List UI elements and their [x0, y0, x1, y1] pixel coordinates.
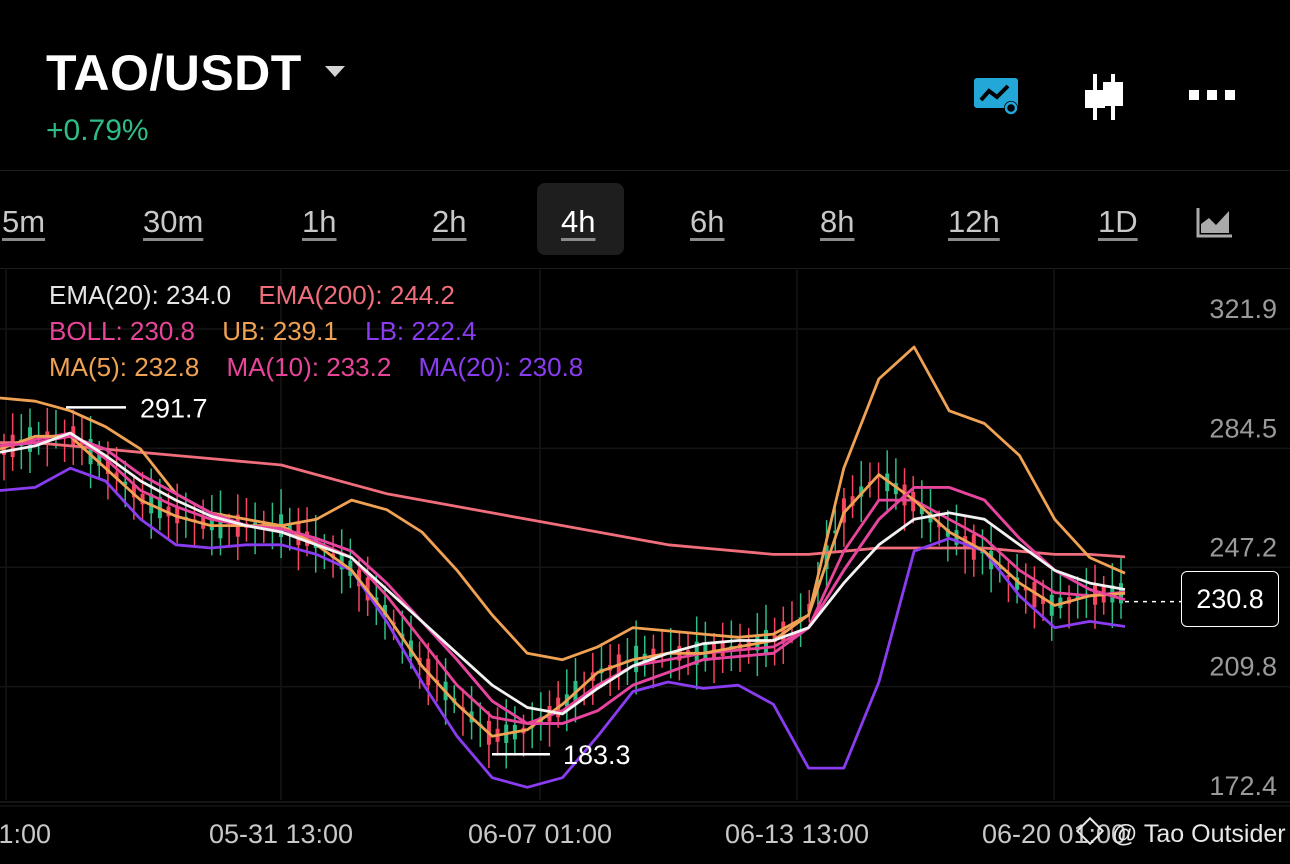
x-tick-label: 06-13 13:00	[725, 819, 869, 849]
binance-logo-icon	[1075, 816, 1105, 846]
x-tick-label: 5 01:00	[0, 819, 51, 849]
x-tick-label: 05-31 13:00	[209, 819, 353, 849]
price-chart[interactable]: 291.7 183.3 321.9 284.5 247.2 209.8 172.4 5 0…	[0, 0, 1290, 864]
y-tick-label: 172.4	[1209, 771, 1277, 801]
legend-ub: UB: 239.1	[222, 316, 338, 346]
series-line-boll	[0, 434, 1126, 725]
legend-ema200: EMA(200): 244.2	[258, 280, 455, 310]
y-tick-label: 209.8	[1209, 652, 1277, 682]
series-line-ma20	[0, 434, 1126, 725]
x-tick-label: 06-07 01:00	[468, 819, 612, 849]
legend-lb: LB: 222.4	[365, 316, 477, 346]
last-price-box: 230.8	[1181, 571, 1279, 627]
legend-ma20: MA(20): 230.8	[418, 352, 584, 382]
series-line-ema20	[0, 431, 1126, 716]
low-marker-label: 183.3	[563, 740, 631, 770]
high-marker-label: 291.7	[140, 393, 208, 423]
series-line-ma5	[0, 434, 1126, 738]
legend-ma10: MA(10): 233.2	[226, 352, 392, 382]
legend-boll: BOLL: 230.8	[49, 316, 195, 346]
y-tick-label: 284.5	[1209, 413, 1277, 443]
y-tick-label: 321.9	[1209, 294, 1277, 324]
legend-row-1: EMA(20): 234.0 EMA(200): 244.2	[49, 280, 475, 311]
legend-row-3: MA(5): 232.8 MA(10): 233.2 MA(20): 230.8	[49, 352, 603, 383]
legend-ema20: EMA(20): 234.0	[49, 280, 232, 310]
series-line-ma10	[0, 431, 1126, 725]
legend-row-2: BOLL: 230.8 UB: 239.1 LB: 222.4	[49, 316, 496, 347]
watermark: @ Tao Outsider	[1075, 816, 1286, 849]
watermark-text: @ Tao Outsider	[1112, 820, 1286, 848]
y-tick-label: 247.2	[1209, 532, 1277, 562]
legend-ma5: MA(5): 232.8	[49, 352, 200, 382]
